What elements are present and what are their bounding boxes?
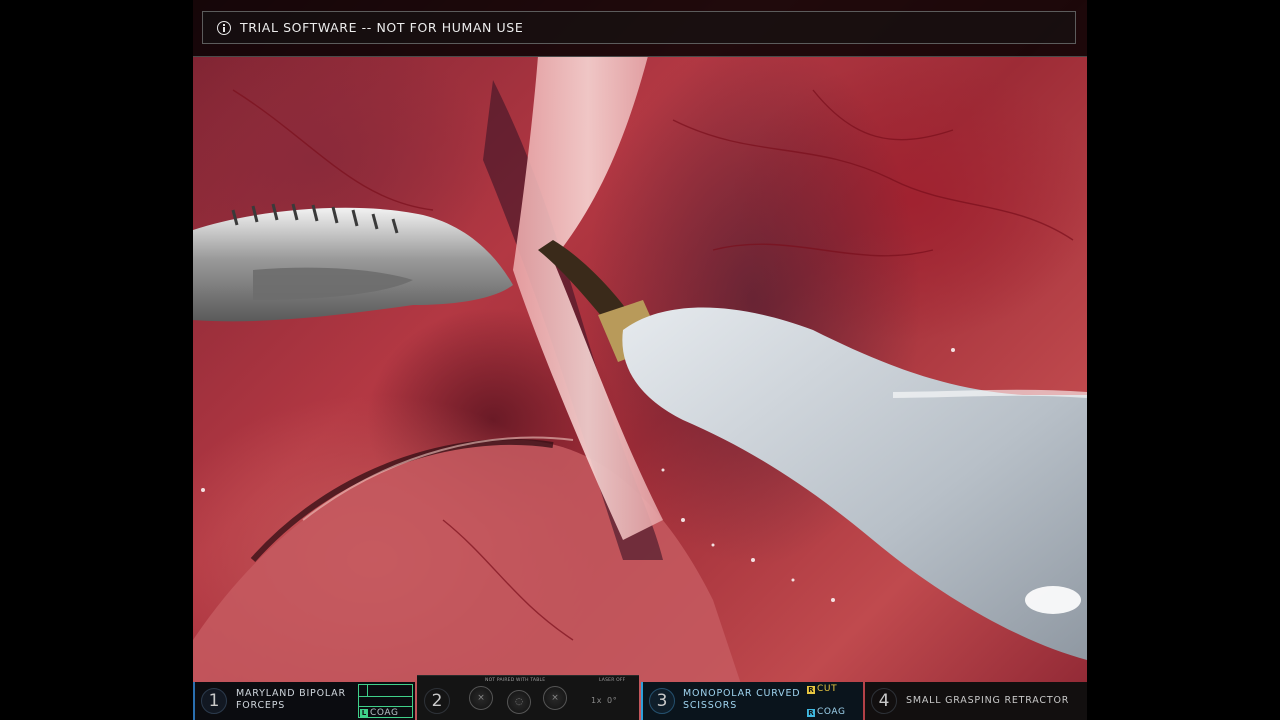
zoom-readout: 1x	[591, 696, 603, 705]
arm-number-4: 4	[871, 688, 897, 714]
arm-number-1: 1	[201, 688, 227, 714]
info-icon	[217, 20, 231, 35]
instrument-name-3-line1: MONOPOLAR CURVED	[683, 688, 801, 699]
instrument-slot-4[interactable]: 4 SMALL GRASPING RETRACTOR	[865, 682, 1087, 720]
instrument-slot-3[interactable]: 3 MONOPOLAR CURVED SCISSORS R CUT R COAG	[641, 682, 863, 720]
angle-readout: 0°	[607, 696, 618, 705]
coag-key: R	[807, 709, 815, 717]
cut-label: CUT	[817, 684, 838, 694]
instrument-slot-1[interactable]: 1 MARYLAND BIPOLAR FORCEPS L COAG	[193, 682, 415, 720]
table-pair-status: NOT PAIRED WITH TABLE	[485, 678, 546, 683]
pedal-key-l: L	[360, 709, 368, 717]
pedal-tick	[367, 685, 368, 696]
camera-flip-icon[interactable]: ×	[469, 686, 493, 710]
arm-number-3: 3	[649, 688, 675, 714]
camera-zoom-icon[interactable]: ×	[543, 686, 567, 710]
coag-label: COAG	[817, 707, 846, 717]
endoscope-view	[193, 0, 1087, 720]
cut-key: R	[807, 686, 815, 694]
pedal-indicator-1: L COAG	[358, 684, 413, 718]
instrument-name-3-line2: SCISSORS	[683, 700, 738, 711]
instrument-name-1-line1: MARYLAND BIPOLAR	[236, 688, 346, 699]
arm-number-2: 2	[424, 688, 450, 714]
pedal-lower-divider	[359, 706, 412, 707]
camera-horizon-icon[interactable]: ◌	[507, 690, 531, 714]
instrument-slot-2[interactable]: 2 NOT PAIRED WITH TABLE LASER OFF × ◌ × …	[417, 675, 639, 720]
trial-software-banner: TRIAL SOFTWARE -- NOT FOR HUMAN USE	[202, 11, 1076, 44]
banner-text: TRIAL SOFTWARE -- NOT FOR HUMAN USE	[240, 20, 524, 35]
surgical-scene-image	[193, 56, 1087, 720]
instrument-name-1-line2: FORCEPS	[236, 700, 286, 711]
instrument-name-4: SMALL GRASPING RETRACTOR	[906, 695, 1070, 706]
pedal-label-coag-1: COAG	[370, 708, 399, 718]
pedal-upper-divider	[359, 696, 412, 697]
instrument-name-1: MARYLAND BIPOLAR FORCEPS	[236, 688, 346, 712]
instrument-name-3: MONOPOLAR CURVED SCISSORS	[683, 688, 800, 712]
laser-status: LASER OFF	[599, 678, 626, 683]
